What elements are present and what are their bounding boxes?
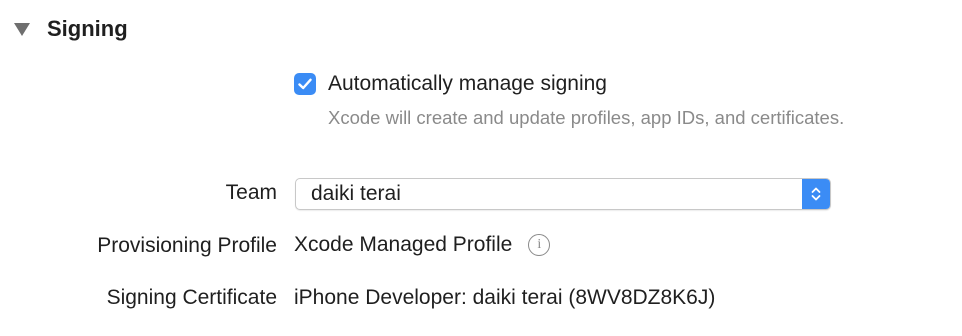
team-popup-button[interactable]: daiki terai <box>295 178 831 210</box>
auto-manage-signing-help-text: Xcode will create and update profiles, a… <box>328 107 845 128</box>
disclosure-triangle-down-icon[interactable] <box>14 23 30 36</box>
auto-manage-signing-label[interactable]: Automatically manage signing <box>328 72 607 96</box>
section-title: Signing <box>47 16 128 41</box>
popup-stepper[interactable] <box>802 179 830 209</box>
provisioning-profile-row: Xcode Managed Profile i <box>294 233 551 257</box>
team-label: Team <box>225 181 277 204</box>
auto-manage-signing-row[interactable]: Automatically manage signing <box>294 72 607 96</box>
provisioning-profile-label: Provisioning Profile <box>97 234 277 257</box>
auto-manage-signing-checkbox[interactable] <box>294 73 316 95</box>
signing-section-header[interactable]: Signing <box>14 14 128 44</box>
team-popup-value: daiki terai <box>311 182 401 205</box>
chevron-up-down-icon <box>811 187 821 201</box>
checkmark-icon <box>298 78 312 90</box>
provisioning-profile-value: Xcode Managed Profile <box>294 233 513 256</box>
info-icon[interactable]: i <box>528 234 551 256</box>
signing-certificate-value: iPhone Developer: daiki terai (8WV8DZ8K6… <box>294 286 716 309</box>
signing-certificate-label: Signing Certificate <box>106 286 277 309</box>
